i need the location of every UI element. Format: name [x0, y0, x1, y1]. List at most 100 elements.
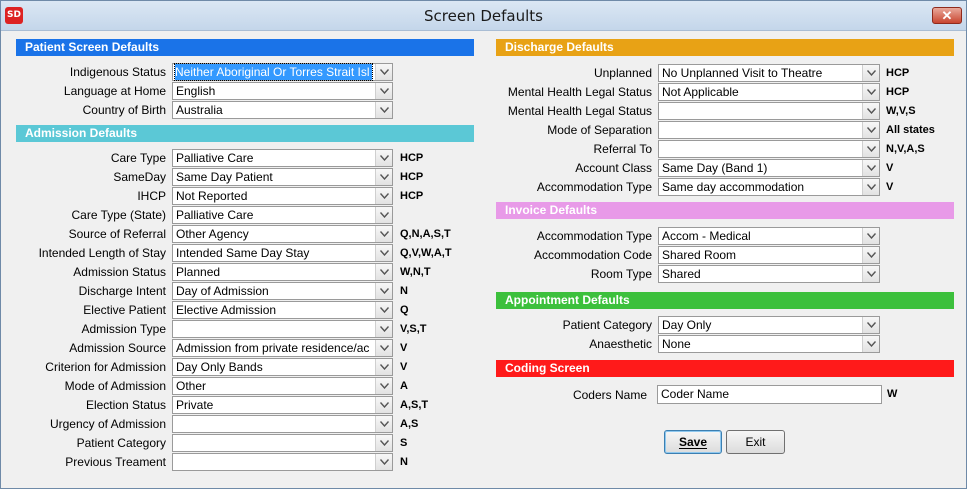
discharge-select-value: Same day accommodation [662, 180, 805, 194]
save-button-label: Save [678, 435, 708, 449]
invoice-select[interactable]: Accom - Medical [658, 227, 880, 245]
coders-name-label: Coders Name [572, 388, 647, 402]
admission-label: Patient Category [76, 436, 166, 450]
chevron-down-icon[interactable] [862, 317, 879, 333]
discharge-label: Mental Health Legal Status [507, 104, 652, 118]
admission-label: Urgency of Admission [49, 417, 166, 431]
invoice-select[interactable]: Shared Room [658, 246, 880, 264]
discharge-select-value [662, 141, 859, 157]
admission-states: N [400, 285, 408, 297]
discharge-label: Unplanned [593, 66, 652, 80]
chevron-down-icon[interactable] [862, 84, 879, 100]
discharge-select[interactable] [658, 102, 880, 120]
discharge-states: HCP [886, 67, 910, 79]
chevron-down-icon[interactable] [375, 435, 392, 451]
admission-states: S [400, 437, 408, 449]
patient-section-header: Patient Screen Defaults [16, 39, 474, 56]
save-button[interactable]: Save [664, 430, 722, 454]
discharge-states: W,V,S [886, 105, 916, 117]
discharge-select[interactable] [658, 140, 880, 158]
chevron-down-icon[interactable] [862, 179, 879, 195]
chevron-down-icon[interactable] [375, 416, 392, 432]
appointment-select-value: Day Only [662, 318, 712, 332]
chevron-down-icon[interactable] [862, 266, 879, 282]
invoice-label: Accommodation Type [536, 229, 652, 243]
admission-label: Care Type (State) [71, 208, 167, 222]
discharge-select[interactable] [658, 121, 880, 139]
discharge-label: Mental Health Legal Status [507, 85, 652, 99]
exit-button-label: Exit [745, 435, 766, 449]
discharge-select-value: Not Applicable [662, 85, 739, 99]
discharge-label: Referral To [593, 142, 652, 156]
chevron-down-icon[interactable] [862, 141, 879, 157]
chevron-down-icon[interactable] [375, 359, 392, 375]
discharge-select[interactable]: Same day accommodation [658, 178, 880, 196]
invoice-select-value: Shared [662, 267, 701, 281]
title-bar[interactable]: SD Screen Defaults ✕ [1, 1, 966, 31]
chevron-down-icon[interactable] [862, 336, 879, 352]
invoice-label: Accommodation Code [533, 248, 652, 262]
admission-select[interactable]: Day Only Bands [172, 358, 393, 376]
discharge-states: N,V,A,S [886, 143, 925, 155]
close-button[interactable]: ✕ [932, 7, 962, 24]
appointment-select[interactable]: Day Only [658, 316, 880, 334]
discharge-select[interactable]: Same Day (Band 1) [658, 159, 880, 177]
chevron-down-icon[interactable] [375, 207, 392, 223]
discharge-select[interactable]: Not Applicable [658, 83, 880, 101]
discharge-label: Mode of Separation [547, 123, 652, 137]
admission-states: N [400, 456, 408, 468]
discharge-select-value [662, 103, 859, 119]
discharge-states: V [886, 181, 894, 193]
discharge-select-value: No Unplanned Visit to Theatre [662, 66, 823, 80]
invoice-section-header: Invoice Defaults [496, 202, 954, 219]
discharge-section-header: Discharge Defaults [496, 39, 954, 56]
coding-section-header: Coding Screen [496, 360, 954, 377]
discharge-select-value [662, 122, 859, 138]
discharge-label: Accommodation Type [536, 180, 652, 194]
chevron-down-icon[interactable] [375, 454, 392, 470]
admission-select[interactable] [172, 434, 393, 452]
discharge-select[interactable]: No Unplanned Visit to Theatre [658, 64, 880, 82]
invoice-label: Room Type [590, 267, 652, 281]
invoice-select-value: Shared Room [662, 248, 737, 262]
chevron-down-icon[interactable] [862, 65, 879, 81]
appointment-label: Patient Category [562, 318, 652, 332]
chevron-down-icon[interactable] [862, 122, 879, 138]
appointment-section-header: Appointment Defaults [496, 292, 954, 309]
discharge-states: All states [886, 124, 935, 136]
admission-select-value [176, 454, 372, 470]
admission-select[interactable] [172, 415, 393, 433]
discharge-select-value: Same Day (Band 1) [662, 161, 768, 175]
appointment-select[interactable]: None [658, 335, 880, 353]
discharge-label: Account Class [575, 161, 652, 175]
admission-label: Criterion for Admission [45, 360, 166, 374]
coding-states: W [887, 388, 898, 400]
admission-select[interactable]: Day of Admission [172, 282, 393, 300]
coders-name-input[interactable]: Coder Name [657, 385, 882, 404]
window-title: Screen Defaults [424, 7, 543, 25]
admission-select-value: Palliative Care [176, 208, 254, 222]
admission-states: A,S [400, 418, 419, 430]
chevron-down-icon[interactable] [375, 283, 392, 299]
chevron-down-icon[interactable] [862, 160, 879, 176]
discharge-states: V [886, 162, 894, 174]
screen-defaults-window: SD Screen Defaults ✕ Patient Screen Defa… [0, 0, 967, 489]
discharge-states: HCP [886, 86, 910, 98]
admission-select-value [176, 435, 372, 451]
chevron-down-icon[interactable] [862, 228, 879, 244]
invoice-select-value: Accom - Medical [662, 229, 751, 243]
exit-button[interactable]: Exit [726, 430, 785, 454]
chevron-down-icon[interactable] [862, 103, 879, 119]
invoice-select[interactable]: Shared [658, 265, 880, 283]
appointment-select-value: None [662, 337, 691, 351]
admission-label: Discharge Intent [78, 284, 166, 298]
admission-select-value [176, 416, 372, 432]
admission-states: V [400, 361, 408, 373]
admission-select[interactable] [172, 453, 393, 471]
appointment-label: Anaesthetic [589, 337, 652, 351]
admission-label: Previous Treament [65, 455, 166, 469]
admission-select[interactable]: Palliative Care [172, 206, 393, 224]
admission-select-value: Day of Admission [176, 284, 269, 298]
admission-select-value: Day Only Bands [176, 360, 263, 374]
chevron-down-icon[interactable] [862, 247, 879, 263]
